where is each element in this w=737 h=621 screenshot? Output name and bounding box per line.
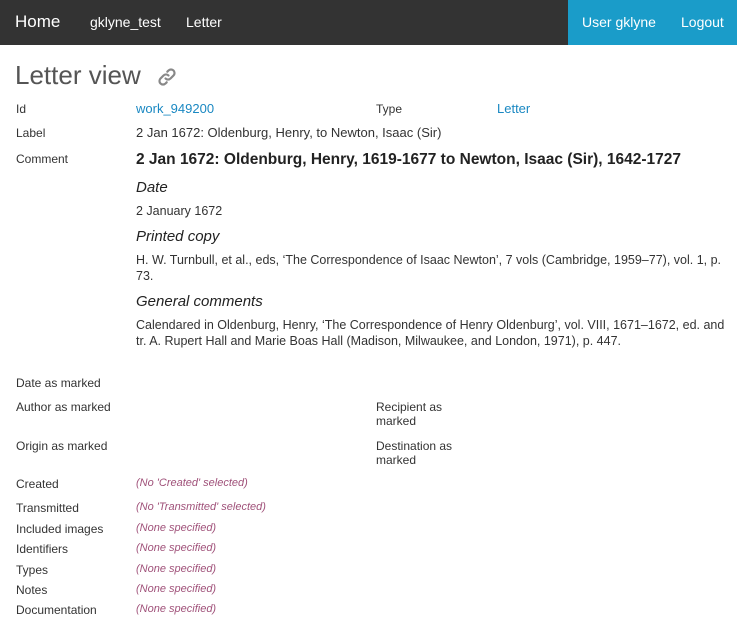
identifiers-value: (None specified) [136, 542, 217, 554]
general-comments-heading: General comments [136, 293, 263, 310]
printed-copy-heading: Printed copy [136, 228, 220, 245]
transmitted-value: (No 'Transmitted' selected) [136, 501, 266, 513]
date-as-marked-label: Date as marked [16, 376, 101, 390]
type-value-link[interactable]: Letter [497, 101, 530, 116]
label-value: 2 Jan 1672: Oldenburg, Henry, to Newton,… [136, 125, 442, 140]
documentation-label: Documentation [16, 603, 97, 617]
label-label: Label [16, 126, 46, 140]
top-navbar: Home gklyne_test Letter User gklyne Logo… [0, 0, 737, 45]
letter-type-link[interactable]: Letter [186, 0, 222, 45]
user-nav-area: User gklyne Logout [568, 0, 737, 45]
created-value: (No 'Created' selected) [136, 477, 248, 489]
printed-copy-text: H. W. Turnbull, et al., eds, ‘The Corres… [136, 253, 722, 283]
date-heading: Date [136, 179, 168, 196]
included-images-value: (None specified) [136, 522, 217, 534]
author-as-marked-label: Author as marked [16, 400, 111, 414]
origin-as-marked-label: Origin as marked [16, 439, 108, 453]
id-label: Id [16, 102, 27, 116]
identifiers-label: Identifiers [16, 542, 69, 556]
created-label: Created [16, 477, 59, 491]
notes-label: Notes [16, 583, 48, 597]
comment-title: 2 Jan 1672: Oldenburg, Henry, 1619-1677 … [136, 151, 682, 168]
home-link[interactable]: Home [15, 0, 60, 44]
date-text: 2 January 1672 [136, 204, 223, 218]
general-comments-text: Calendared in Oldenburg, Henry, ‘The Cor… [136, 318, 725, 348]
types-label: Types [16, 563, 49, 577]
destination-as-marked-label: Destination as marked [376, 439, 453, 467]
page-title: Letter view [15, 60, 141, 90]
transmitted-label: Transmitted [16, 501, 79, 515]
comment-label: Comment [16, 152, 69, 166]
types-value: (None specified) [136, 563, 217, 575]
documentation-value: (None specified) [136, 603, 217, 615]
link-icon[interactable] [155, 65, 179, 89]
type-label: Type [376, 102, 403, 116]
included-images-label: Included images [16, 522, 104, 536]
recipient-as-marked-label: Recipient as marked [376, 400, 443, 428]
id-value-link[interactable]: work_949200 [136, 101, 214, 116]
notes-value: (None specified) [136, 583, 217, 595]
logout-link[interactable]: Logout [681, 0, 724, 45]
user-link[interactable]: User gklyne [582, 0, 656, 45]
collection-link[interactable]: gklyne_test [90, 0, 161, 45]
